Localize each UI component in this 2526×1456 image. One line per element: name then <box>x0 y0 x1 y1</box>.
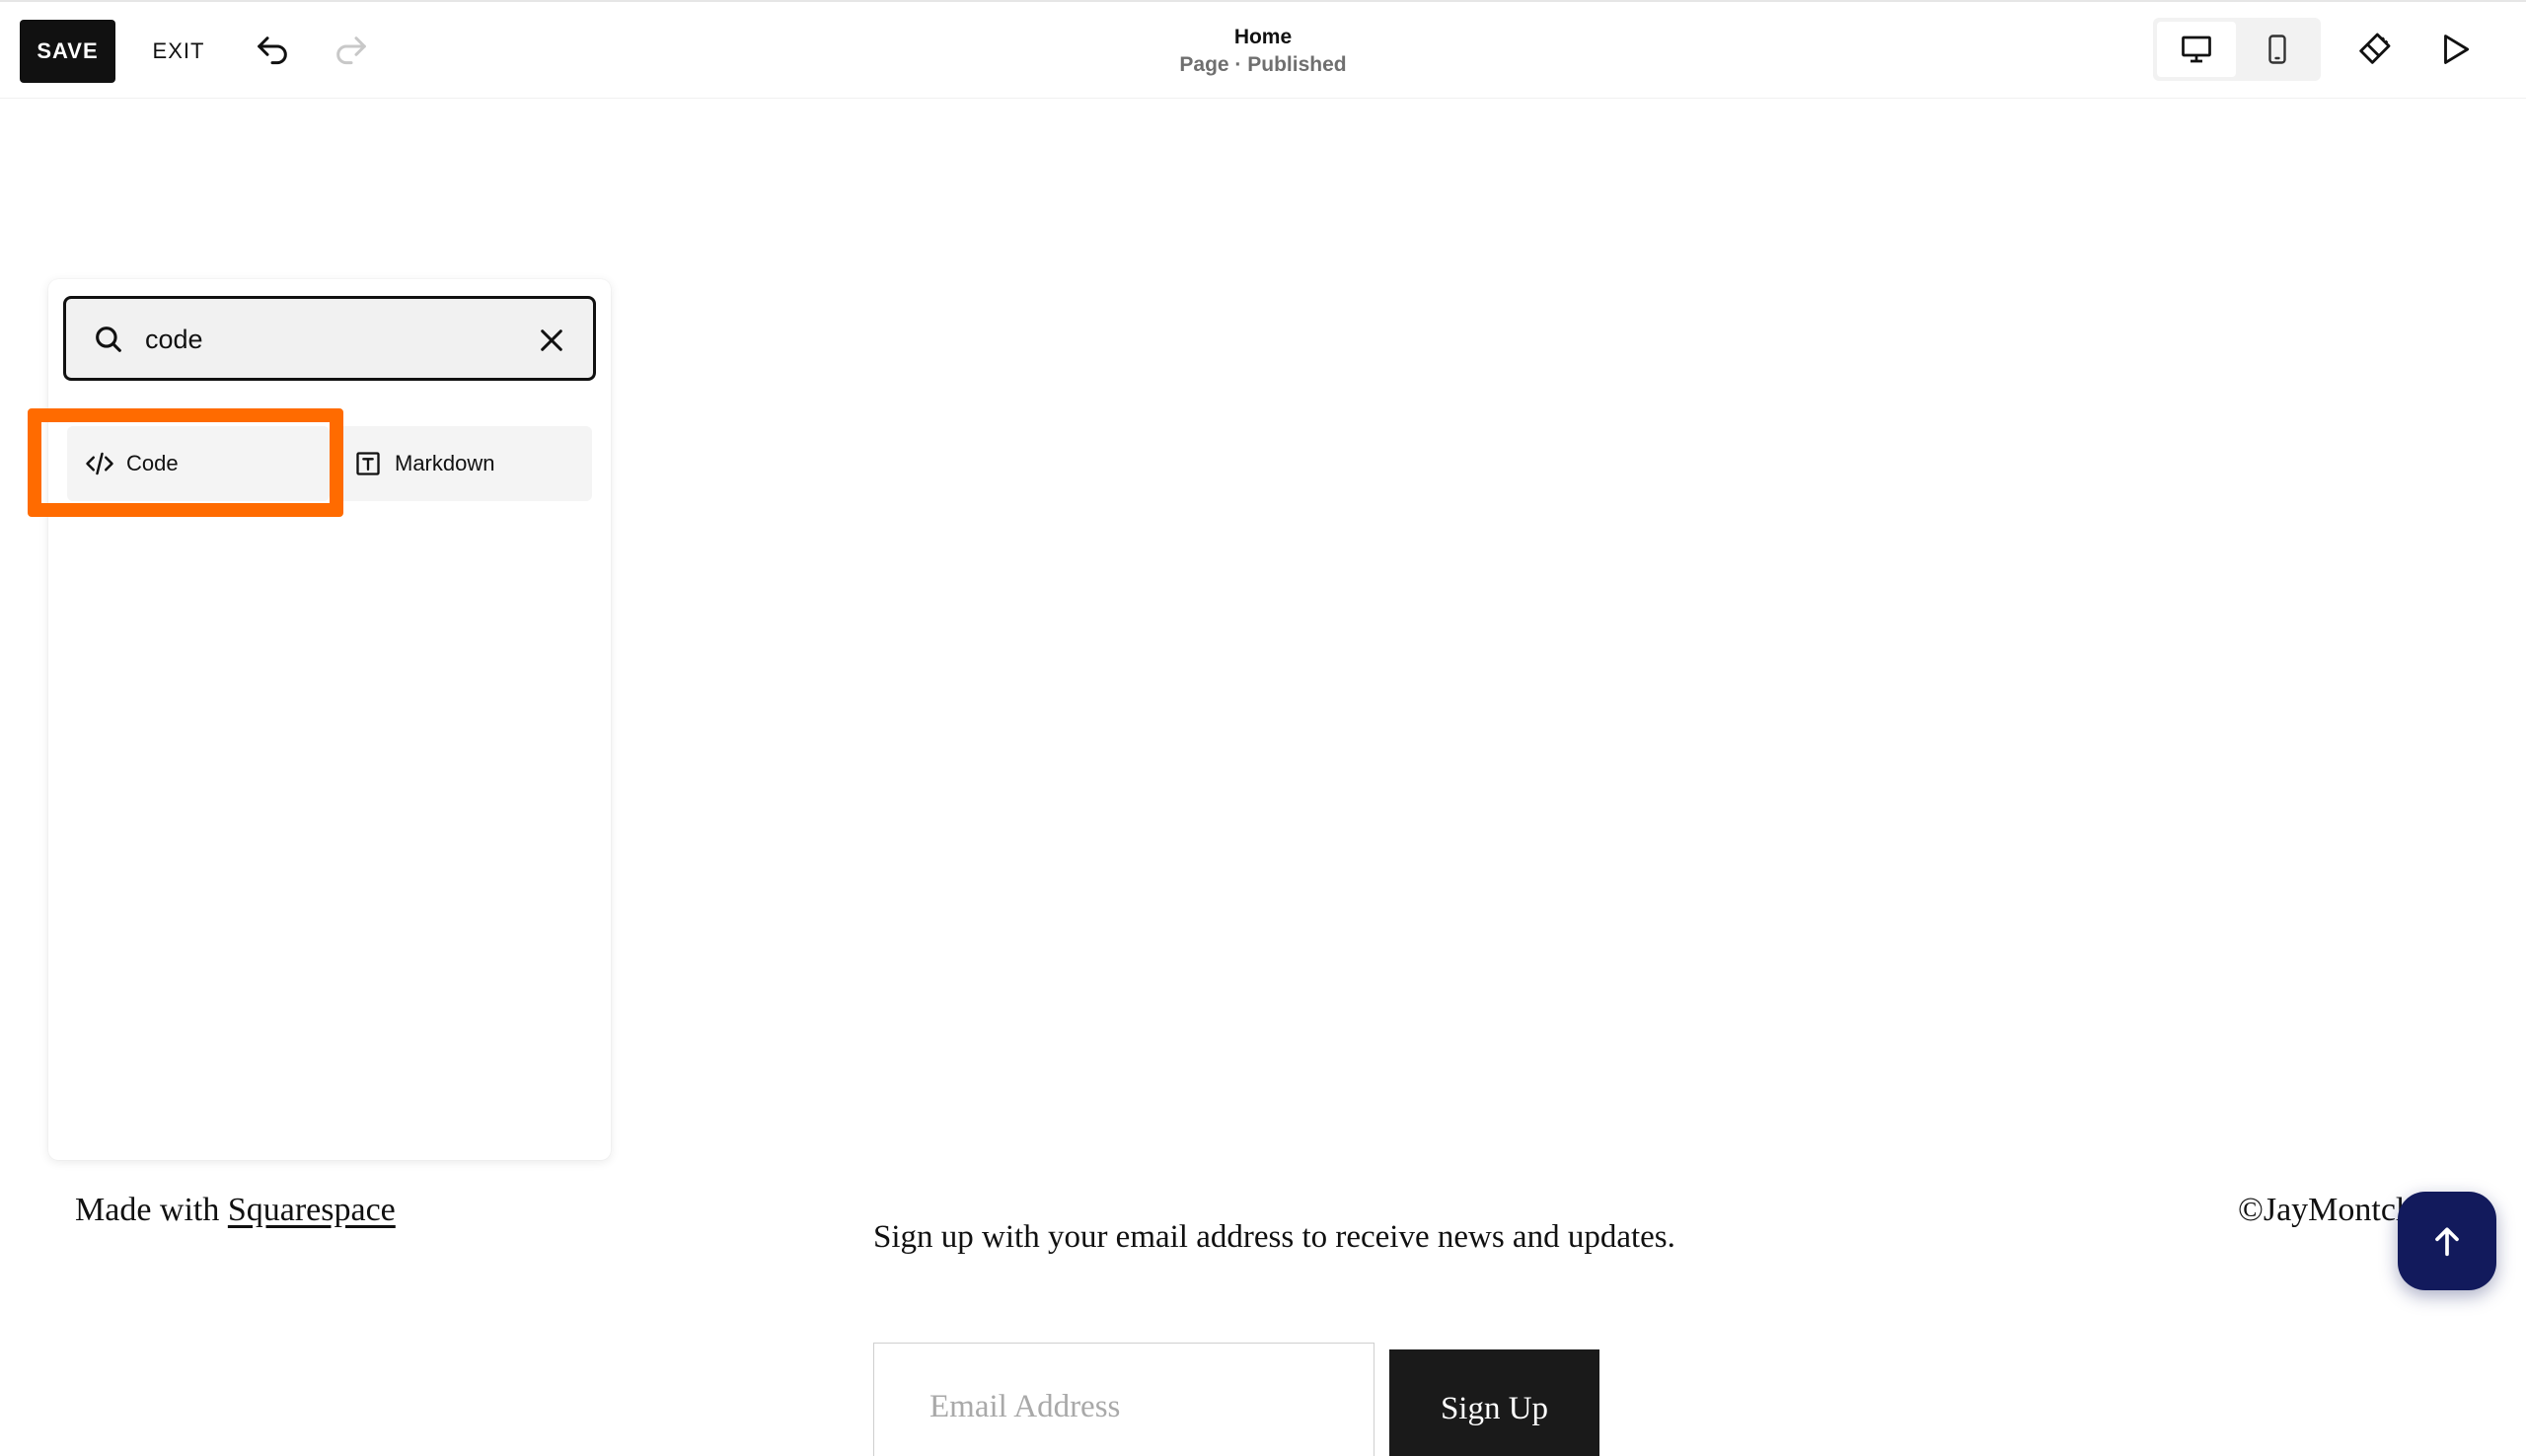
sign-up-button[interactable]: Sign Up <box>1389 1349 1599 1456</box>
made-with-prefix: Made with <box>75 1192 220 1228</box>
code-icon <box>85 449 114 478</box>
preview-button[interactable] <box>2427 22 2483 77</box>
block-picker-panel <box>48 279 611 1160</box>
block-option-label: Code <box>126 451 179 475</box>
undo-icon <box>258 36 287 65</box>
clear-search-button[interactable] <box>530 319 573 362</box>
squarespace-link[interactable]: Squarespace <box>228 1192 396 1228</box>
exit-button[interactable]: EXIT <box>146 20 211 83</box>
copyright-text: ©JayMontcl <box>2238 1192 2406 1228</box>
search-icon <box>96 327 121 352</box>
block-search-box[interactable] <box>63 296 596 381</box>
mobile-icon <box>2268 35 2286 64</box>
block-search-input[interactable] <box>145 313 510 366</box>
desktop-view-button[interactable] <box>2157 22 2236 77</box>
block-option-markdown[interactable]: Markdown <box>335 426 592 501</box>
scroll-to-top-button[interactable] <box>2398 1192 2496 1290</box>
save-button[interactable]: SAVE <box>20 20 115 83</box>
paintbrush-icon <box>2359 33 2391 64</box>
close-icon <box>541 329 562 351</box>
desktop-icon <box>2182 36 2211 63</box>
page-info[interactable]: Home Page · Published <box>1066 24 1460 79</box>
arrow-up-icon <box>2435 1227 2459 1257</box>
site-styles-button[interactable] <box>2346 22 2402 77</box>
block-option-label: Markdown <box>395 451 495 475</box>
play-icon <box>2444 35 2470 64</box>
mobile-view-button[interactable] <box>2238 22 2317 77</box>
markdown-icon <box>353 449 383 478</box>
page-title: Home <box>1233 26 1293 48</box>
newsletter-description: Sign up with your email address to recei… <box>873 1219 1675 1255</box>
editor-toolbar: SAVE EXIT Home Page · Published <box>0 0 2526 99</box>
redo-button[interactable] <box>328 28 375 75</box>
block-option-code[interactable]: Code <box>67 426 330 501</box>
page-status: Page · Published <box>1179 53 1347 76</box>
email-field[interactable] <box>873 1343 1374 1456</box>
redo-icon <box>336 36 366 65</box>
undo-button[interactable] <box>249 28 296 75</box>
made-with-credit: Made with Squarespace <box>75 1192 396 1229</box>
